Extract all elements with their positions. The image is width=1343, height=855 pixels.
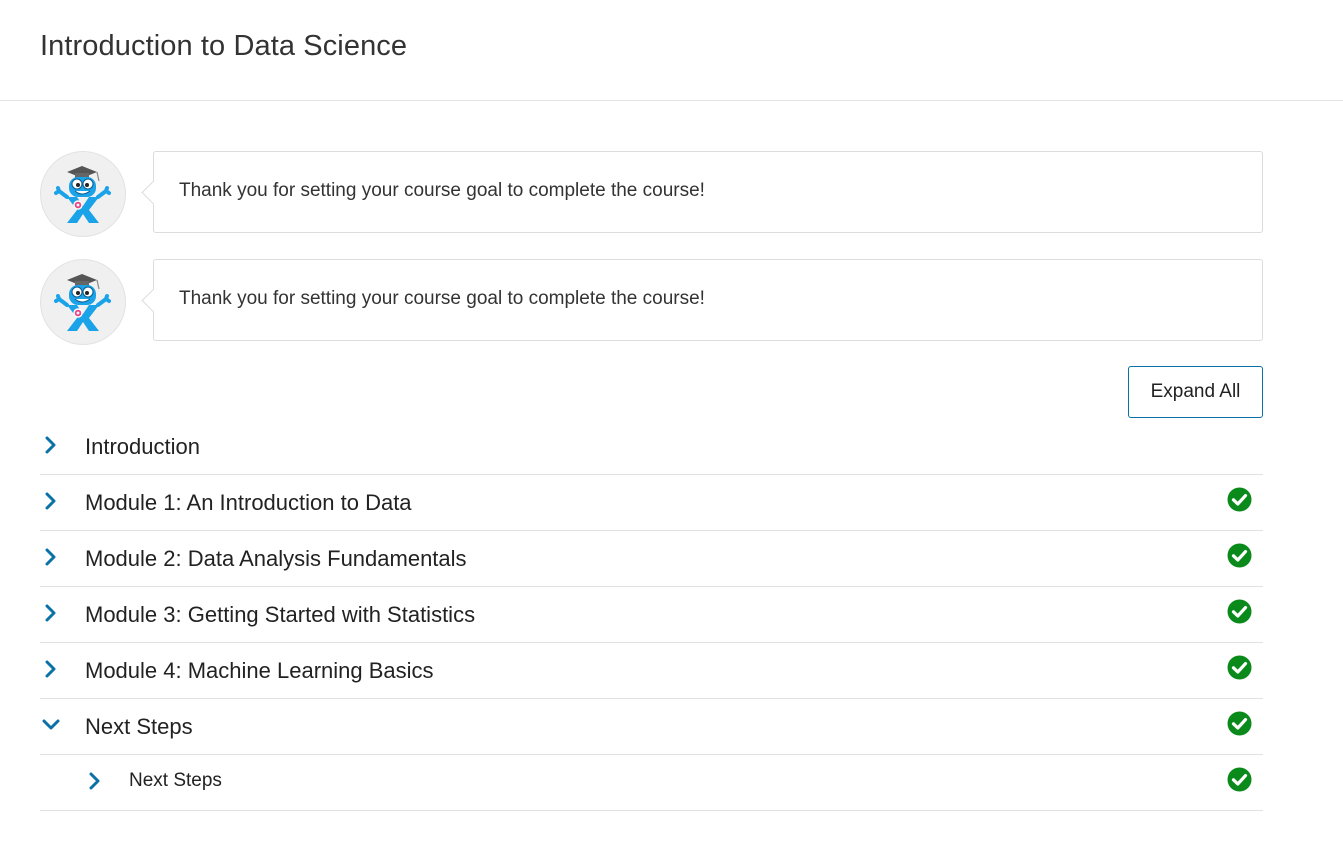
goal-message: Thank you for setting your course goal t… — [40, 151, 1303, 237]
check-circle-icon — [1227, 543, 1252, 568]
subsection-title: Next Steps — [129, 770, 222, 791]
course-outline-main: Thank you for setting your course goal t… — [0, 101, 1343, 811]
chevron-right-icon — [45, 436, 56, 454]
message-bubble: Thank you for setting your course goal t… — [153, 259, 1263, 341]
outline-section-module-3[interactable]: Module 3: Getting Started with Statistic… — [40, 587, 1263, 643]
chevron-right-icon — [45, 492, 56, 510]
section-title: Next Steps — [85, 714, 193, 739]
check-circle-icon — [1227, 711, 1252, 736]
check-circle-icon — [1227, 767, 1252, 792]
section-title: Module 2: Data Analysis Fundamentals — [85, 546, 467, 571]
chevron-right-icon — [45, 660, 56, 678]
chevron-right-icon — [45, 604, 56, 622]
goal-message: Thank you for setting your course goal t… — [40, 259, 1303, 345]
section-title: Module 1: An Introduction to Data — [85, 490, 412, 515]
outline-section-module-2[interactable]: Module 2: Data Analysis Fundamentals — [40, 531, 1263, 587]
chevron-right-icon — [45, 548, 56, 566]
outline-section-module-4[interactable]: Module 4: Machine Learning Basics — [40, 643, 1263, 699]
mascot-icon — [40, 259, 126, 345]
page-header: Introduction to Data Science — [0, 0, 1343, 101]
outline-section-module-1[interactable]: Module 1: An Introduction to Data — [40, 475, 1263, 531]
goal-messages: Thank you for setting your course goal t… — [40, 101, 1303, 345]
section-title: Module 4: Machine Learning Basics — [85, 658, 434, 683]
check-circle-icon — [1227, 599, 1252, 624]
message-text: Thank you for setting your course goal t… — [179, 288, 705, 309]
outline-controls: Expand All — [40, 366, 1303, 424]
course-outline: Introduction Module 1: An Introduction t… — [40, 419, 1263, 811]
message-text: Thank you for setting your course goal t… — [179, 180, 705, 201]
check-circle-icon — [1227, 655, 1252, 680]
chevron-down-icon — [42, 719, 60, 730]
outline-section-introduction[interactable]: Introduction — [40, 419, 1263, 475]
check-circle-icon — [1227, 487, 1252, 512]
outline-section-next-steps[interactable]: Next Steps — [40, 699, 1263, 755]
section-title: Introduction — [85, 434, 200, 459]
chevron-right-icon — [89, 772, 100, 790]
message-bubble: Thank you for setting your course goal t… — [153, 151, 1263, 233]
outline-subsection-next-steps[interactable]: Next Steps — [40, 755, 1263, 811]
expand-all-button[interactable]: Expand All — [1128, 366, 1263, 418]
page-title: Introduction to Data Science — [40, 30, 408, 62]
section-title: Module 3: Getting Started with Statistic… — [85, 602, 476, 627]
mascot-icon — [40, 151, 126, 237]
